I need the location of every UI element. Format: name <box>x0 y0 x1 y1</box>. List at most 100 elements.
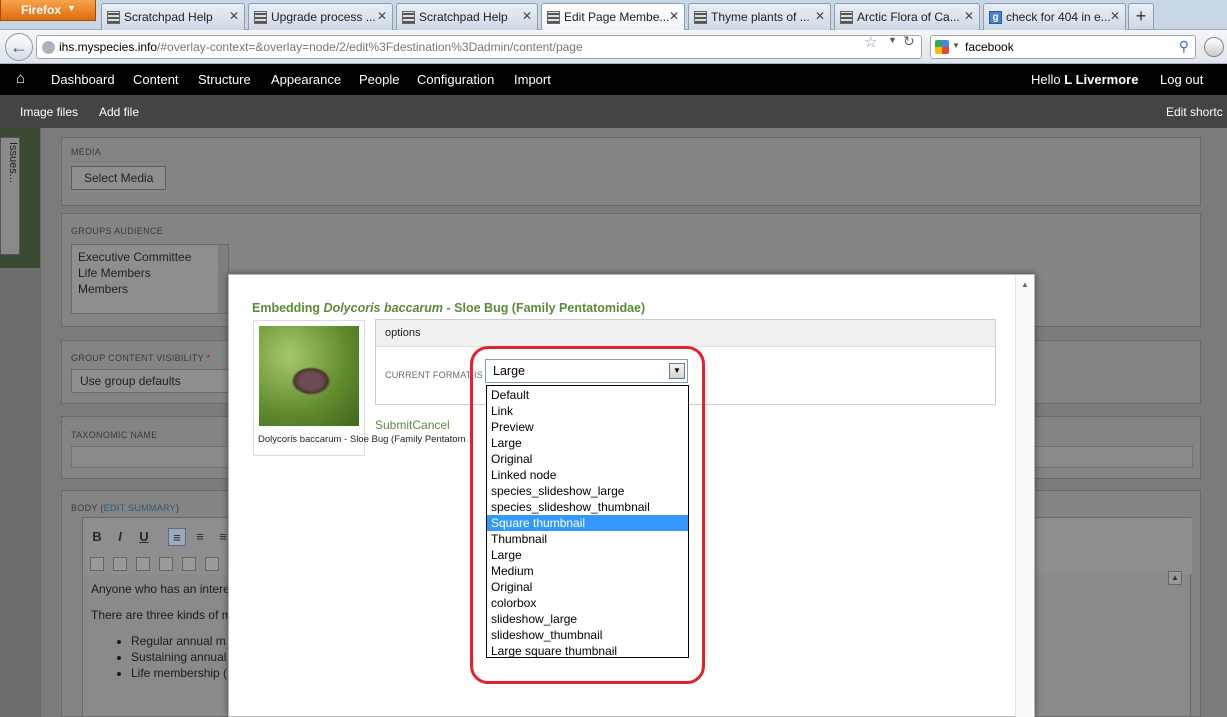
shortcut-image-files[interactable]: Image files <box>20 105 78 119</box>
close-tab-icon[interactable]: ✕ <box>522 9 532 23</box>
close-tab-icon[interactable]: ✕ <box>964 9 974 23</box>
format-option[interactable]: Default <box>487 387 688 403</box>
back-arrow-icon: ← <box>10 37 28 57</box>
format-option[interactable]: Large square thumbnail <box>487 643 688 659</box>
toolbar-structure[interactable]: Structure <box>198 72 251 87</box>
editor-scroll-up-icon[interactable]: ▲ <box>1168 571 1182 585</box>
list-item[interactable]: Executive Committee <box>78 249 222 265</box>
list-item[interactable]: Members <box>78 281 222 297</box>
edit-shortcuts-link[interactable]: Edit shortc <box>1166 105 1223 119</box>
cancel-button[interactable]: Cancel <box>412 418 449 432</box>
bold-button[interactable]: B <box>88 528 106 546</box>
format-option[interactable]: Linked node <box>487 467 688 483</box>
search-icon[interactable]: ⚲ <box>1179 38 1189 55</box>
browser-tab[interactable]: Thyme plants of ... ✕ <box>688 3 831 30</box>
close-tab-icon[interactable]: ✕ <box>1110 9 1120 23</box>
reload-icon[interactable]: ↻ <box>903 33 915 50</box>
addon-icon[interactable] <box>1204 37 1224 57</box>
edit-summary-paren: ) <box>175 503 180 513</box>
format-option-highlighted[interactable]: Square thumbnail <box>487 515 688 531</box>
tab-label: check for 404 in e... <box>1006 10 1111 24</box>
select-media-button[interactable]: Select Media <box>71 166 167 190</box>
align-left-icon[interactable]: ≡ <box>168 528 186 546</box>
google-icon[interactable] <box>935 40 949 54</box>
format-option[interactable]: Preview <box>487 419 688 435</box>
paste-text-icon[interactable] <box>182 557 196 571</box>
scroll-up-icon[interactable]: ▲ <box>1021 280 1029 289</box>
format-option[interactable]: Link <box>487 403 688 419</box>
format-option[interactable]: species_slideshow_thumbnail <box>487 499 688 515</box>
home-icon[interactable]: ⌂ <box>16 70 25 87</box>
plus-icon: + <box>1135 6 1147 26</box>
groups-audience-list[interactable]: Executive Committee Life Members Members <box>71 244 229 314</box>
copy-icon[interactable] <box>136 557 150 571</box>
toolbar-people[interactable]: People <box>359 72 399 87</box>
browser-tab-active[interactable]: Edit Page Membe... ✕ <box>541 3 685 31</box>
close-tab-icon[interactable]: ✕ <box>229 9 239 23</box>
chevron-down-icon[interactable]: ▼ <box>669 363 685 379</box>
username[interactable]: L Livermore <box>1064 72 1138 87</box>
format-option[interactable]: Medium <box>487 563 688 579</box>
visibility-select[interactable]: Use group defaults <box>71 369 231 393</box>
browser-tab[interactable]: Scratchpad Help ✕ <box>396 3 538 30</box>
italic-button[interactable]: I <box>111 528 129 546</box>
greeting-prefix: Hello <box>1031 72 1061 87</box>
back-button[interactable]: ← <box>5 33 33 61</box>
paste-word-icon[interactable] <box>205 557 219 571</box>
logout-link[interactable]: Log out <box>1160 72 1203 87</box>
toolbar-import[interactable]: Import <box>514 72 551 87</box>
format-option[interactable]: colorbox <box>487 595 688 611</box>
new-tab-button[interactable]: + <box>1128 3 1154 29</box>
toolbar-configuration[interactable]: Configuration <box>417 72 494 87</box>
format-option[interactable]: Large <box>487 547 688 563</box>
bookmark-star-icon[interactable]: ☆ <box>864 33 877 51</box>
edit-summary-link[interactable]: EDIT SUMMARY <box>104 503 176 513</box>
issues-side-tab[interactable]: Issues... <box>0 137 20 255</box>
history-dropdown-icon[interactable]: ▼ <box>888 35 897 45</box>
url-bar[interactable]: ihs.myspecies.info/#overlay-context=&ove… <box>36 35 922 59</box>
browser-tab[interactable]: Scratchpad Help ✕ <box>101 3 245 30</box>
align-center-icon[interactable]: ≡ <box>191 528 209 546</box>
media-fieldset: MEDIA Select Media <box>61 137 1201 206</box>
format-option[interactable]: slideshow_large <box>487 611 688 627</box>
toolbar-appearance[interactable]: Appearance <box>271 72 341 87</box>
format-dropdown-list: Default Link Preview Large Original Link… <box>486 385 689 658</box>
format-option[interactable]: Original <box>487 451 688 467</box>
dialog-scrollbar[interactable]: ▲ <box>1015 275 1034 717</box>
shortcut-add-file[interactable]: Add file <box>99 105 139 119</box>
search-engine-dropdown-icon[interactable]: ▼ <box>952 41 960 50</box>
format-select-value: Large <box>493 364 525 378</box>
cut-icon[interactable] <box>113 557 127 571</box>
browser-tab[interactable]: Arctic Flora of Ca... ✕ <box>834 3 980 30</box>
required-marker: * <box>206 353 211 363</box>
firefox-menu-button[interactable]: Firefox ▼ <box>0 0 96 21</box>
list-item[interactable]: Life Members <box>78 265 222 281</box>
format-option[interactable]: Large <box>487 435 688 451</box>
format-option[interactable]: Original <box>487 579 688 595</box>
title-species: Dolycoris baccarum <box>323 301 444 315</box>
url-domain: ihs.myspecies.info <box>59 40 158 54</box>
close-tab-icon[interactable]: ✕ <box>669 9 679 23</box>
close-tab-icon[interactable]: ✕ <box>377 9 387 23</box>
search-bar[interactable]: ▼ facebook ⚲ <box>930 35 1196 59</box>
grid-favicon-icon <box>254 11 267 24</box>
submit-button[interactable]: Submit <box>375 418 412 432</box>
toolbar-dashboard[interactable]: Dashboard <box>51 72 115 87</box>
format-option[interactable]: slideshow_thumbnail <box>487 627 688 643</box>
media-thumbnail <box>259 326 359 426</box>
list-scrollbar[interactable] <box>218 245 228 313</box>
format-option[interactable]: species_slideshow_large <box>487 483 688 499</box>
search-input-text: facebook <box>965 40 1014 54</box>
browser-tab[interactable]: g check for 404 in e... ✕ <box>983 3 1126 30</box>
grid-favicon-icon <box>694 11 707 24</box>
underline-button[interactable]: U <box>135 528 153 546</box>
google-favicon-icon: g <box>989 11 1002 24</box>
paste-icon[interactable] <box>159 557 173 571</box>
shortcuts-bar: Image files Add file Edit shortc <box>0 95 1227 128</box>
format-option[interactable]: Thumbnail <box>487 531 688 547</box>
maximize-icon[interactable] <box>90 557 104 571</box>
browser-tab[interactable]: Upgrade process ... ✕ <box>248 3 393 30</box>
format-select[interactable]: Large ▼ <box>485 359 688 383</box>
close-tab-icon[interactable]: ✕ <box>815 9 825 23</box>
toolbar-content[interactable]: Content <box>133 72 179 87</box>
